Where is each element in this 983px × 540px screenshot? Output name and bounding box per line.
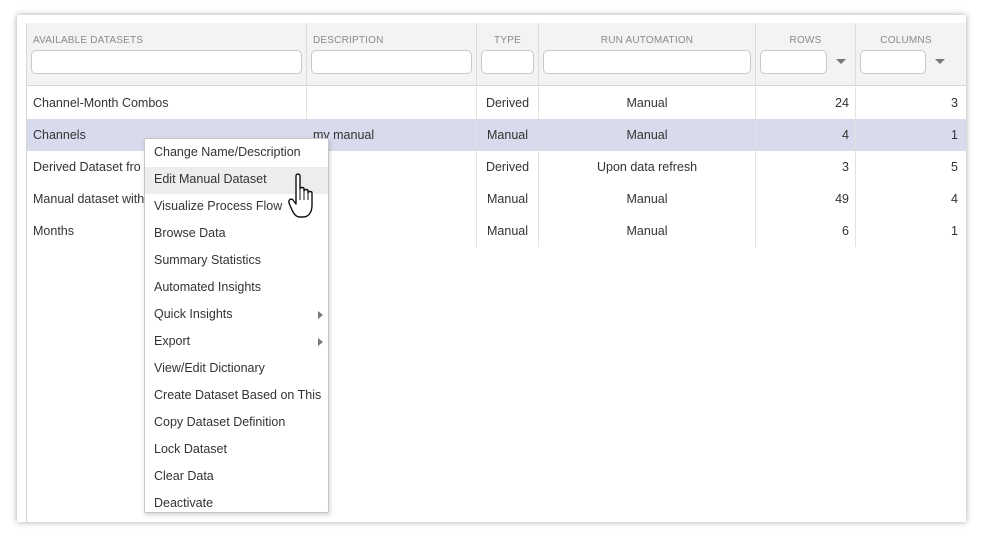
column-label: RUN AUTOMATION — [600, 35, 694, 46]
filter-run-automation-input[interactable] — [543, 50, 751, 74]
chevron-down-icon[interactable] — [935, 59, 945, 64]
column-label: ROWS — [789, 35, 822, 46]
menu-item-export[interactable]: Export — [145, 329, 328, 356]
menu-item-label: Clear Data — [154, 469, 214, 483]
filter-columns-select[interactable] — [860, 50, 926, 74]
rows-count-cell: 6 — [756, 215, 856, 247]
column-label: AVAILABLE DATASETS — [33, 35, 144, 46]
column-label: COLUMNS — [880, 35, 932, 46]
menu-item-label: Create Dataset Based on This — [154, 388, 322, 402]
description-cell — [307, 87, 477, 119]
column-header-available-datasets[interactable]: AVAILABLE DATASETS — [27, 23, 307, 85]
automation-cell: Upon data refresh — [539, 151, 756, 183]
menu-item-change-name-description[interactable]: Change Name/Description — [145, 140, 328, 167]
menu-item-lock-dataset[interactable]: Lock Dataset — [145, 437, 328, 464]
menu-item-summary-statistics[interactable]: Summary Statistics — [145, 248, 328, 275]
menu-item-label: Visualize Process Flow — [154, 199, 283, 213]
column-header-run-automation[interactable]: RUN AUTOMATION — [539, 23, 756, 85]
menu-item-label: Summary Statistics — [154, 253, 261, 267]
menu-item-label: Deactivate — [154, 496, 214, 510]
filter-available-datasets-input[interactable] — [31, 50, 302, 74]
chevron-down-icon[interactable] — [836, 59, 846, 64]
table-row[interactable]: Channel-Month Combos Derived Manual 24 3 — [27, 87, 966, 119]
type-cell: Manual — [477, 215, 539, 247]
column-header-type[interactable]: TYPE — [477, 23, 539, 85]
columns-count-cell: 3 — [856, 87, 966, 119]
menu-item-label: Lock Dataset — [154, 442, 227, 456]
automation-cell: Manual — [539, 215, 756, 247]
columns-count-cell: 1 — [856, 215, 966, 247]
description-cell — [307, 215, 477, 247]
rows-count-cell: 3 — [756, 151, 856, 183]
column-label: DESCRIPTION — [313, 35, 384, 46]
column-header-columns[interactable]: COLUMNS — [856, 23, 966, 85]
hand-pointer-cursor-icon — [288, 173, 313, 218]
menu-item-quick-insights[interactable]: Quick Insights — [145, 302, 328, 329]
filter-type-input[interactable] — [481, 50, 534, 74]
filter-description-input[interactable] — [311, 50, 472, 74]
description-cell: my manual — [307, 119, 477, 151]
menu-item-label: Copy Dataset Definition — [154, 415, 286, 429]
submenu-arrow-icon — [318, 338, 323, 346]
menu-item-label: Browse Data — [154, 226, 226, 240]
menu-item-label: Edit Manual Dataset — [154, 172, 267, 186]
column-label: TYPE — [494, 35, 521, 46]
type-cell: Manual — [477, 119, 539, 151]
menu-item-deactivate[interactable]: Deactivate — [145, 491, 328, 518]
menu-item-view-edit-dictionary[interactable]: View/Edit Dictionary — [145, 356, 328, 383]
type-cell: Derived — [477, 87, 539, 119]
description-cell — [307, 151, 477, 183]
grid-header: AVAILABLE DATASETS DESCRIPTION TYPE RUN … — [27, 23, 966, 86]
menu-item-label: Export — [154, 334, 191, 348]
rows-count-cell: 24 — [756, 87, 856, 119]
columns-count-cell: 1 — [856, 119, 966, 151]
dataset-name-cell[interactable]: Channel-Month Combos — [27, 87, 307, 119]
filter-rows-select[interactable] — [760, 50, 827, 74]
column-header-rows[interactable]: ROWS — [756, 23, 856, 85]
automation-cell: Manual — [539, 119, 756, 151]
automation-cell: Manual — [539, 87, 756, 119]
menu-item-automated-insights[interactable]: Automated Insights — [145, 275, 328, 302]
menu-item-clear-data[interactable]: Clear Data — [145, 464, 328, 491]
type-cell: Manual — [477, 183, 539, 215]
menu-item-label: Automated Insights — [154, 280, 262, 294]
menu-item-copy-dataset-definition[interactable]: Copy Dataset Definition — [145, 410, 328, 437]
menu-item-label: Change Name/Description — [154, 145, 301, 159]
column-header-description[interactable]: DESCRIPTION — [307, 23, 477, 85]
type-cell: Derived — [477, 151, 539, 183]
rows-count-cell: 4 — [756, 119, 856, 151]
menu-item-create-dataset-based-on-this[interactable]: Create Dataset Based on This — [145, 383, 328, 410]
rows-count-cell: 49 — [756, 183, 856, 215]
description-cell — [307, 183, 477, 215]
columns-count-cell: 4 — [856, 183, 966, 215]
submenu-arrow-icon — [318, 311, 323, 319]
menu-item-label: Quick Insights — [154, 307, 233, 321]
columns-count-cell: 5 — [856, 151, 966, 183]
menu-item-label: View/Edit Dictionary — [154, 361, 265, 375]
automation-cell: Manual — [539, 183, 756, 215]
menu-item-browse-data[interactable]: Browse Data — [145, 221, 328, 248]
